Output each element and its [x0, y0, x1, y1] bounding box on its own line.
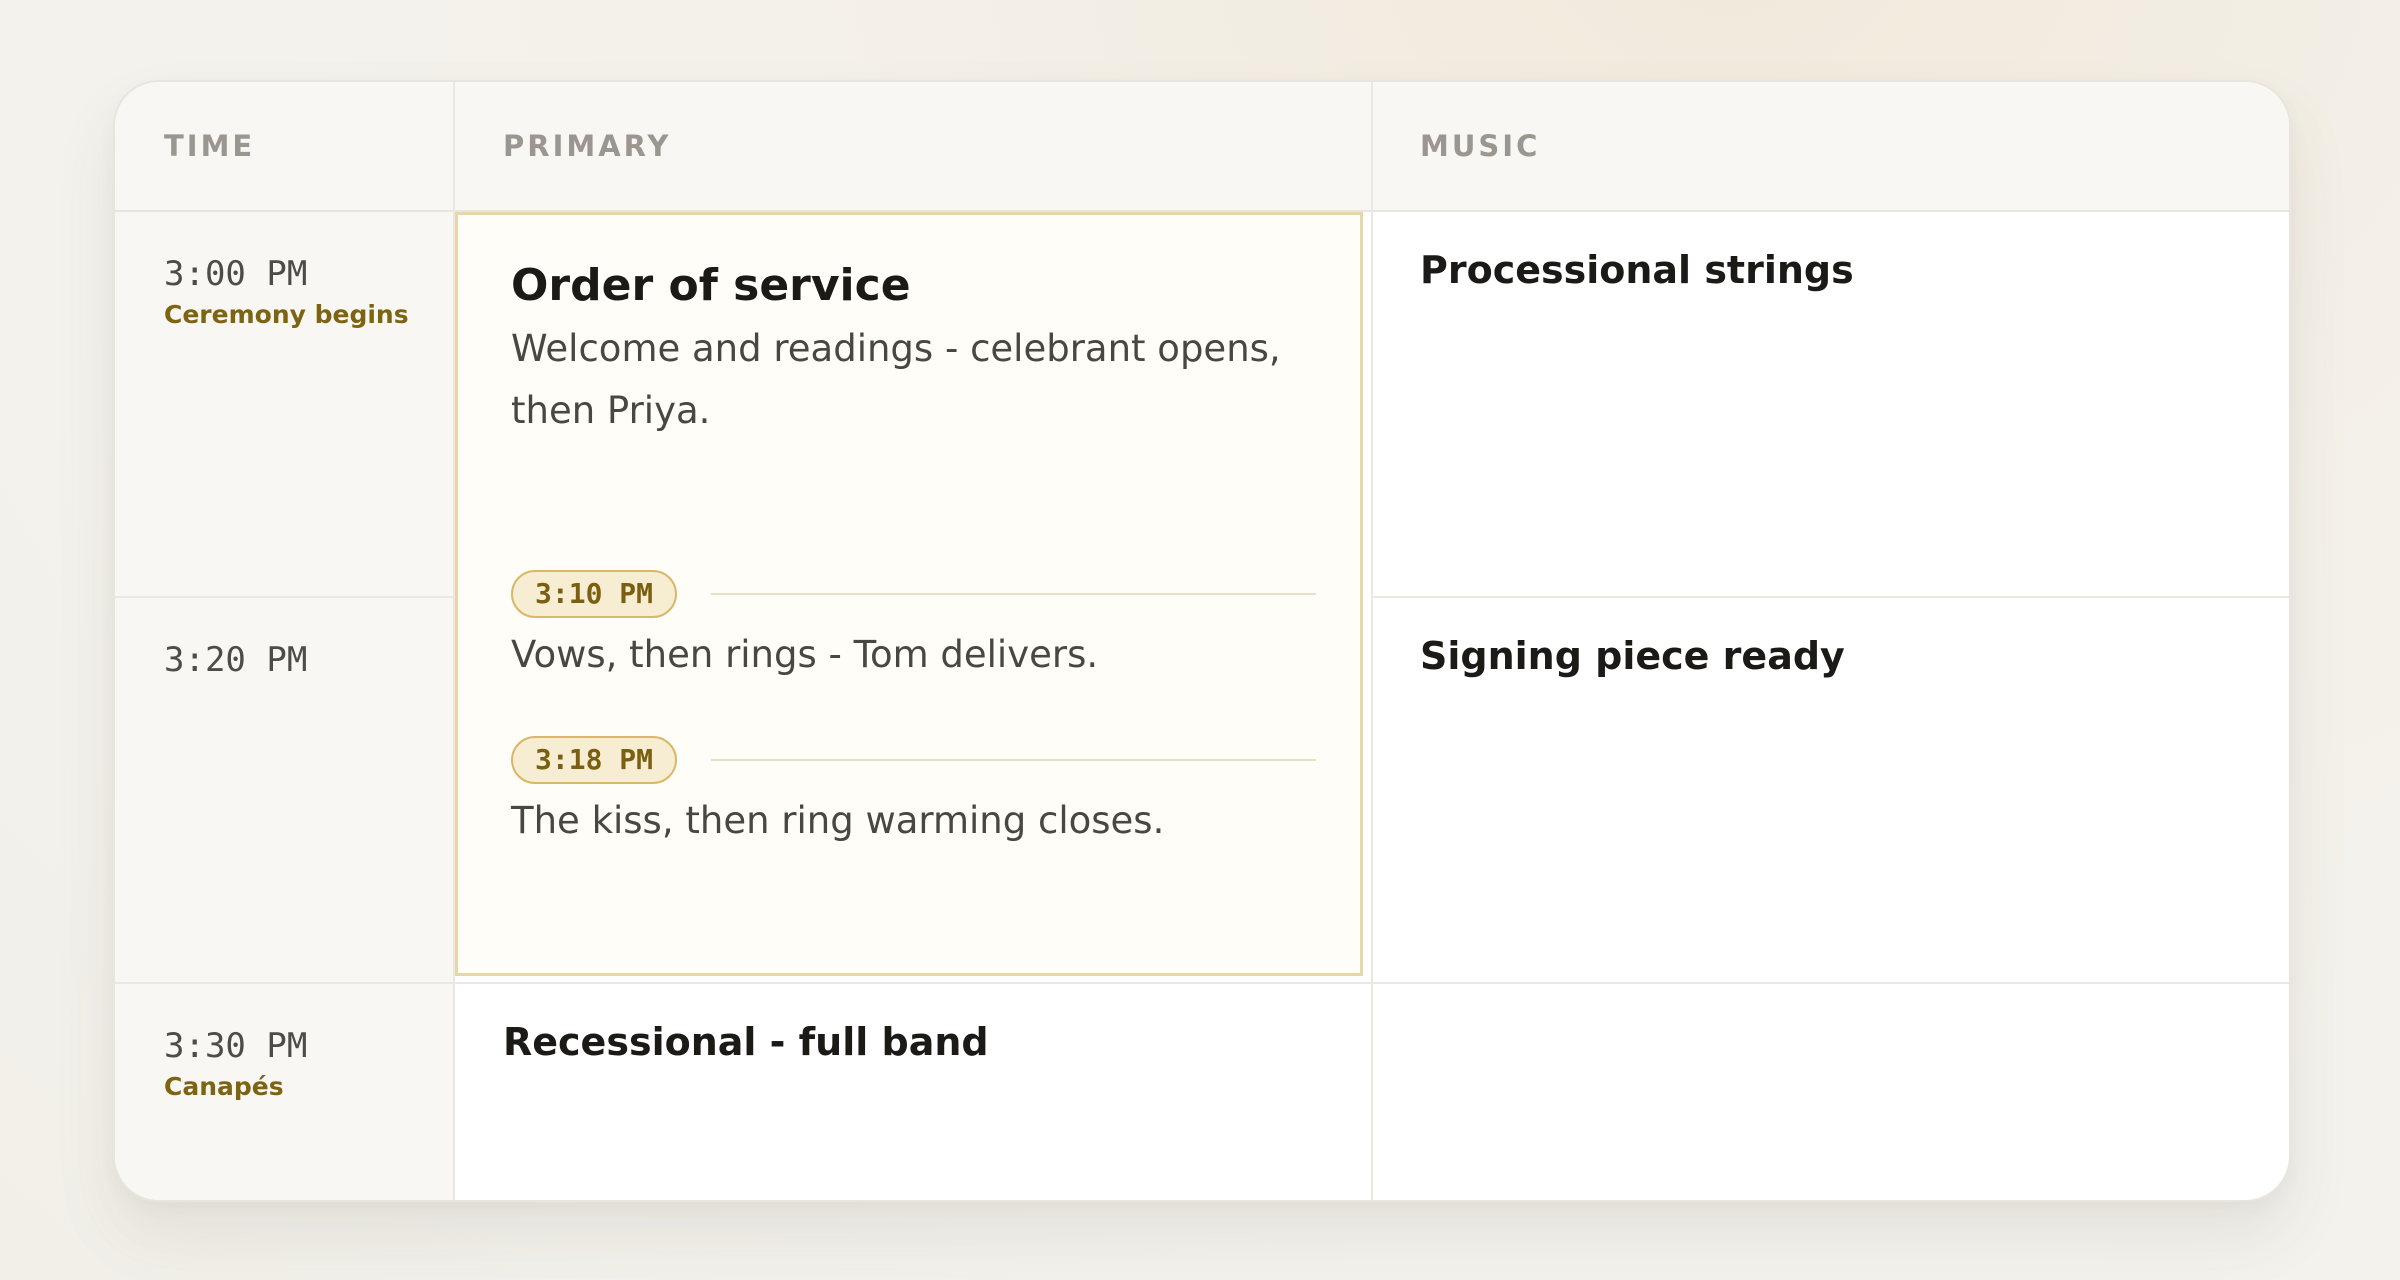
slot-time: 3:00 PM	[164, 254, 308, 294]
block-title: Order of service	[511, 260, 911, 311]
slot-time: 3:20 PM	[164, 640, 308, 680]
row-divider	[115, 982, 2289, 984]
schedule-card: TIME PRIMARY MUSIC 3:00 PM Ceremony begi…	[113, 80, 2291, 1202]
slot-note: Canapés	[164, 1072, 284, 1101]
time-marker-line	[711, 593, 1316, 595]
time-marker-pill: 3:10 PM	[511, 570, 678, 618]
column-divider	[1371, 82, 1373, 1200]
row-divider	[115, 596, 453, 598]
column-header-row: TIME PRIMARY MUSIC	[115, 82, 2289, 212]
slot-note: Ceremony begins	[164, 300, 409, 329]
segment-text: The kiss, then ring warming closes.	[511, 799, 1165, 842]
music-cell-signing[interactable]: Signing piece ready	[1420, 634, 1845, 678]
time-slot: 3:00 PM Ceremony begins	[164, 254, 409, 329]
row-divider	[1373, 596, 2289, 598]
column-header-primary: PRIMARY	[503, 129, 672, 163]
segment-text: Welcome and readings - celebrant opens, …	[511, 327, 1281, 432]
time-marker: 3:18 PM	[511, 736, 1316, 784]
time-marker-line	[711, 759, 1316, 761]
column-header-time: TIME	[164, 129, 256, 163]
music-cell-processional[interactable]: Processional strings	[1420, 248, 1854, 292]
segment-text: Vows, then rings - Tom delivers.	[511, 633, 1099, 676]
primary-cell-recessional[interactable]: Recessional - full band	[503, 1020, 989, 1064]
column-header-music: MUSIC	[1420, 129, 1541, 163]
time-marker-pill: 3:18 PM	[511, 736, 678, 784]
time-marker: 3:10 PM	[511, 570, 1316, 618]
order-of-service-block[interactable]: Order of service Welcome and readings - …	[455, 212, 1363, 976]
time-slot: 3:30 PM Canapés	[164, 1026, 307, 1101]
time-slot: 3:20 PM	[164, 640, 307, 680]
slot-time: 3:30 PM	[164, 1026, 308, 1066]
